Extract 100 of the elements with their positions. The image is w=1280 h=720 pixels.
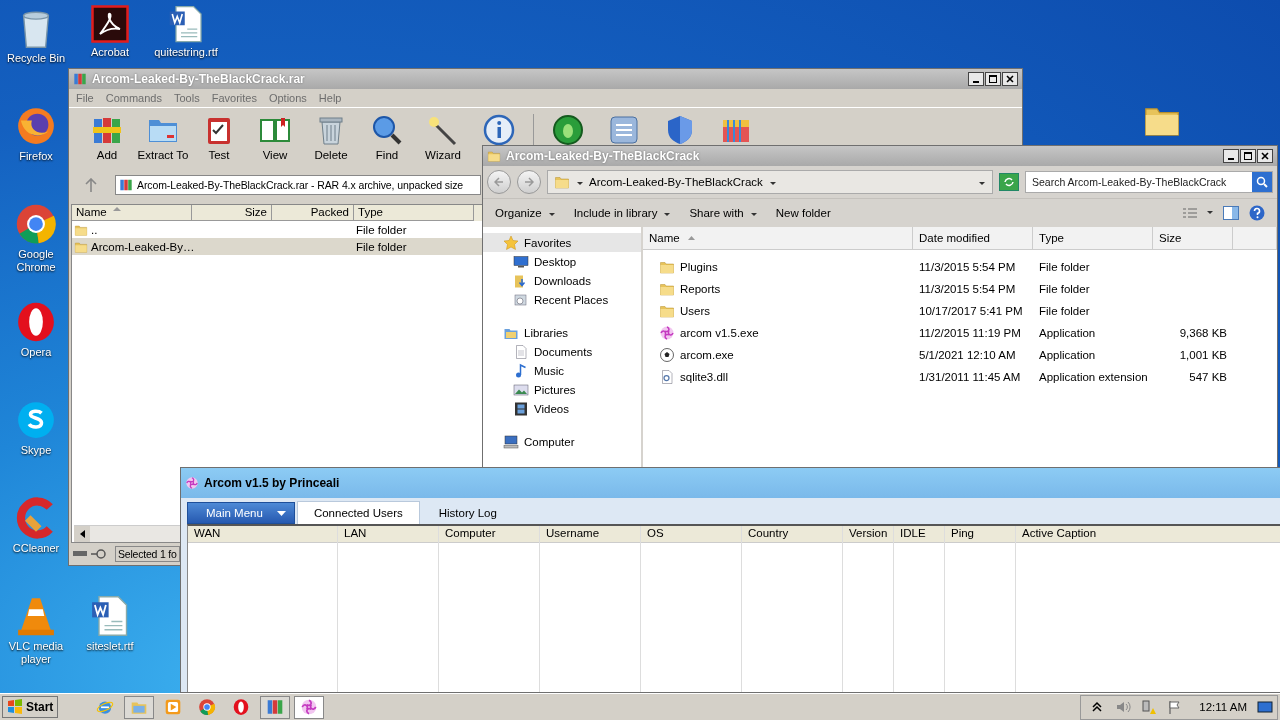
document-icon — [513, 343, 529, 360]
menu-item[interactable]: Options — [268, 92, 307, 104]
file-name[interactable]: Reports — [680, 283, 721, 295]
file-name[interactable]: Arcom-Leaked-By… — [91, 240, 195, 253]
column-header[interactable]: Type — [1033, 227, 1153, 249]
forward-button[interactable] — [517, 170, 541, 194]
table-cell: 5/1/2021 12:10 AM — [919, 349, 1016, 361]
film-strip-icon — [513, 400, 529, 417]
nav-item[interactable]: Pictures — [483, 380, 641, 399]
desktop-icon-label[interactable]: Acrobat — [91, 46, 129, 59]
show-desktop-icon[interactable] — [1257, 699, 1273, 715]
menu-item[interactable]: Commands — [105, 92, 162, 104]
column-header[interactable]: IDLE — [894, 526, 944, 543]
column-header[interactable]: LAN — [338, 526, 438, 543]
nav-item[interactable]: Downloads — [483, 271, 641, 290]
caret-icon — [749, 210, 758, 216]
command-button[interactable]: New folder — [775, 207, 831, 219]
toolbar-button[interactable]: Test — [191, 114, 247, 161]
nav-item[interactable]: Videos — [483, 399, 641, 418]
preview-pane-button[interactable] — [1223, 206, 1239, 220]
close-button[interactable] — [1002, 72, 1018, 86]
minimize-button[interactable] — [1223, 149, 1239, 163]
close-button[interactable] — [1257, 149, 1273, 163]
opera-icon — [232, 698, 251, 716]
nav-item[interactable]: Documents — [483, 342, 641, 361]
column-header[interactable]: Ping — [945, 526, 1015, 543]
column-header[interactable]: WAN — [188, 526, 337, 543]
file-name[interactable]: Users — [680, 305, 711, 317]
address-bar[interactable]: Arcom-Leaked-By-TheBlackCrack — [547, 170, 993, 194]
up-arrow-icon — [85, 178, 97, 192]
nav-item[interactable]: Computer — [483, 432, 641, 451]
desktop-icon-label[interactable]: Recycle Bin — [6, 52, 66, 65]
column-header[interactable]: Version — [843, 526, 893, 543]
minimize-button[interactable] — [968, 72, 984, 86]
start-button[interactable]: Start — [2, 696, 59, 718]
archive-icon — [119, 178, 133, 192]
desktop-icon-label[interactable]: quitestring.rtf — [154, 46, 218, 59]
desktop-icon-label[interactable]: Opera — [20, 346, 52, 359]
scroll-left-button[interactable] — [74, 526, 90, 542]
file-name[interactable]: arcom.exe — [680, 349, 734, 361]
toolbar-button[interactable]: Delete — [303, 114, 359, 161]
column-header[interactable]: Size — [1153, 227, 1233, 249]
desktop-icon-label[interactable]: Firefox — [19, 150, 53, 163]
toolbar-button[interactable]: Wizard — [415, 114, 471, 161]
refresh-icon — [1003, 177, 1015, 187]
toolbar-button[interactable]: View — [247, 114, 303, 161]
address-field[interactable]: Arcom-Leaked-By-TheBlackCrack.rar - RAR 4.x archive, unpacked size — [115, 175, 481, 195]
maximize-button[interactable] — [985, 72, 1001, 86]
column-header[interactable]: Name — [643, 227, 913, 249]
help-button[interactable] — [1249, 205, 1265, 221]
column-header[interactable]: Computer — [439, 526, 539, 543]
nav-item[interactable]: Recent Places — [483, 290, 641, 309]
file-name[interactable]: arcom v1.5.exe — [680, 327, 759, 339]
table-cell: Application — [1039, 327, 1096, 339]
column-header[interactable]: Username — [540, 526, 640, 543]
computer-icon — [503, 433, 519, 450]
nav-item[interactable]: Favorites — [483, 233, 641, 252]
file-name[interactable]: sqlite3.dll — [680, 371, 728, 383]
search-button[interactable] — [1252, 172, 1272, 192]
tab[interactable]: Connected Users — [296, 501, 420, 524]
column-header[interactable]: OS — [641, 526, 741, 543]
nav-item[interactable]: Desktop — [483, 252, 641, 271]
toolbar-button[interactable]: Extract To — [135, 114, 191, 161]
maximize-icon — [989, 75, 997, 83]
tab[interactable]: History Log — [421, 501, 514, 524]
maximize-button[interactable] — [1240, 149, 1256, 163]
main-menu-button[interactable]: Main Menu — [187, 502, 295, 524]
column-header[interactable]: Date modified — [913, 227, 1033, 249]
column-header[interactable]: Active Caption — [1016, 526, 1280, 543]
command-button[interactable]: Share with — [689, 207, 758, 219]
refresh-button[interactable] — [999, 173, 1019, 191]
command-button[interactable]: Organize — [495, 207, 556, 219]
taskbar-button[interactable] — [260, 695, 291, 719]
folder-icon — [74, 239, 88, 254]
menu-item[interactable]: Favorites — [211, 92, 257, 104]
sort-up-icon — [112, 206, 121, 212]
table-cell: File folder — [356, 223, 407, 236]
file-name[interactable]: Plugins — [680, 261, 718, 273]
magnifier-icon — [371, 114, 403, 146]
file-name[interactable]: .. — [91, 223, 98, 236]
view-options-button[interactable] — [1183, 207, 1213, 219]
desktop-icon-label[interactable]: Skype — [20, 444, 52, 457]
command-button[interactable]: Include in library — [573, 207, 672, 219]
toolbar-button[interactable]: Find — [359, 114, 415, 161]
speaker-icon[interactable] — [1115, 699, 1132, 715]
column-header[interactable]: Country — [742, 526, 842, 543]
search-field[interactable]: Search Arcom-Leaked-By-TheBlackCrack — [1025, 171, 1273, 193]
nav-item[interactable]: Libraries — [483, 323, 641, 342]
recent-places-icon — [513, 291, 529, 308]
network-icon[interactable] — [1141, 699, 1158, 715]
breadcrumb-item[interactable]: Arcom-Leaked-By-TheBlackCrack — [589, 176, 763, 188]
taskbar-button[interactable] — [294, 695, 325, 719]
menu-item[interactable]: Tools — [174, 92, 200, 104]
back-button[interactable] — [487, 170, 511, 194]
toolbar-button[interactable]: Add — [79, 114, 135, 161]
nav-item[interactable]: Music — [483, 361, 641, 380]
magic-wand-icon — [427, 114, 459, 146]
desktop-icon-label[interactable]: Google Chrome — [0, 248, 72, 274]
chrome-icon — [198, 698, 217, 716]
taskbar-button[interactable] — [124, 695, 155, 719]
